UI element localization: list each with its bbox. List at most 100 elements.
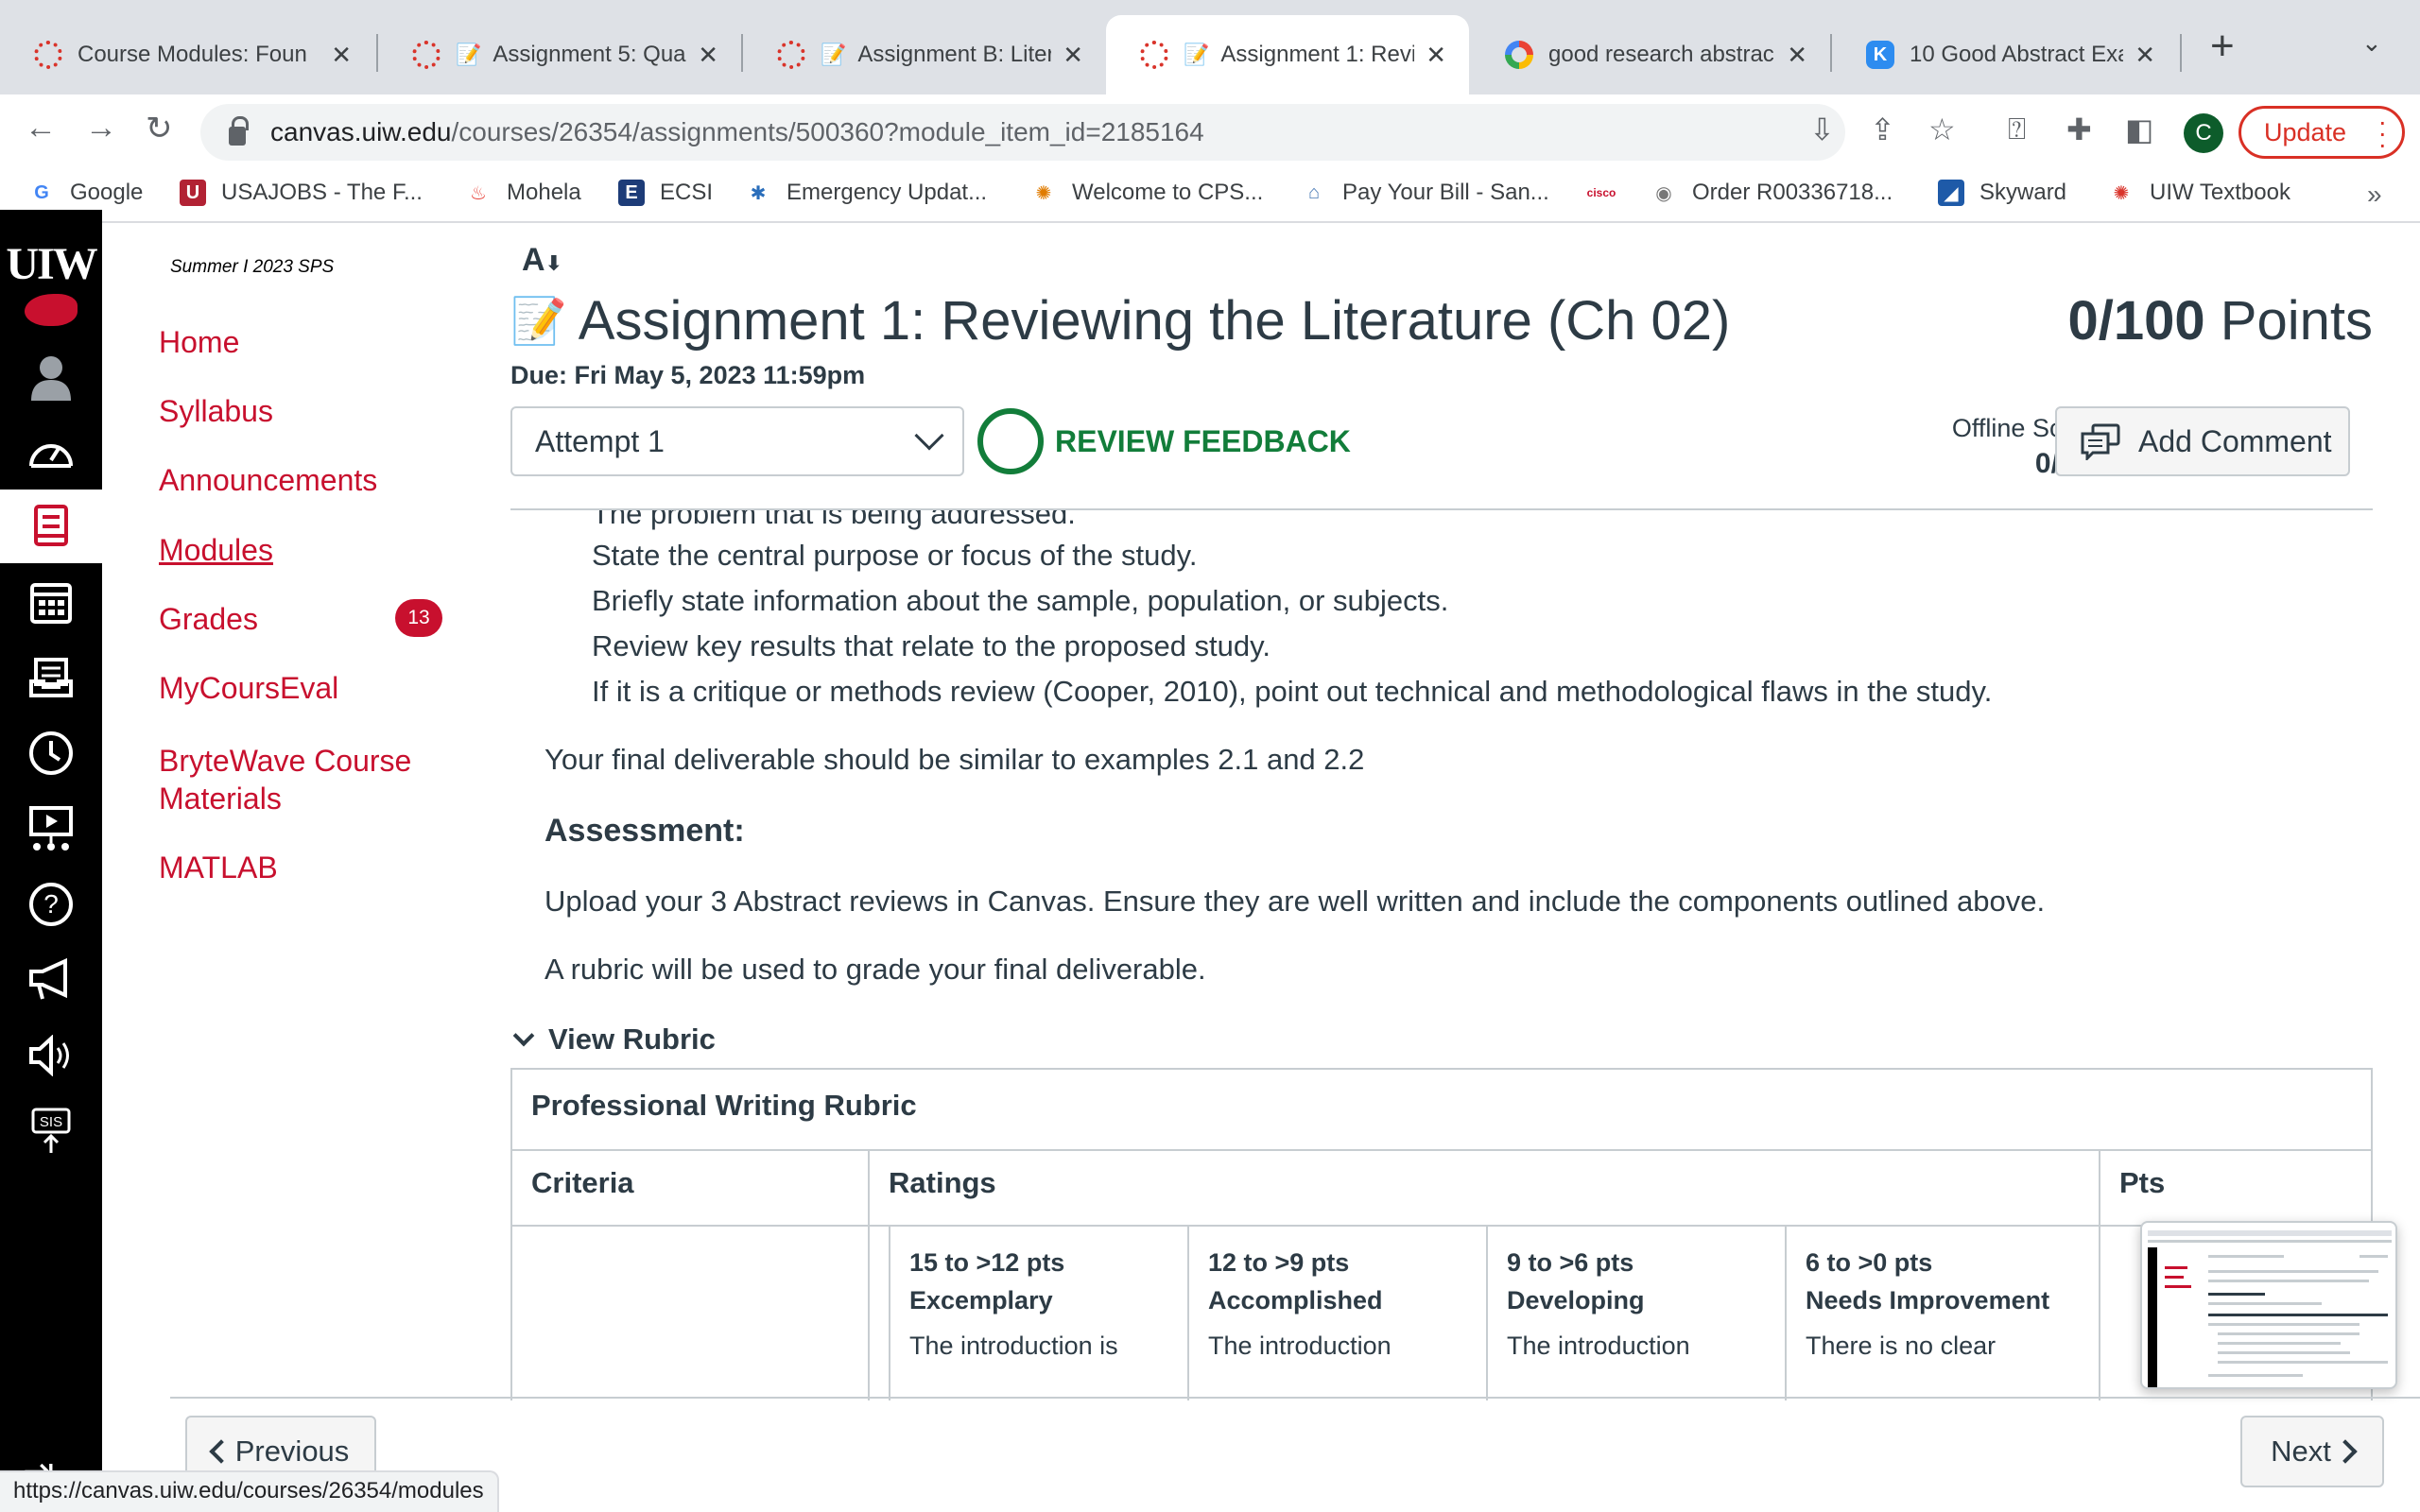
tab-search-icon[interactable]: ⌄	[2361, 28, 2382, 58]
url-host: canvas.uiw.edu	[270, 117, 452, 146]
bookmark-uiw-textbook[interactable]: ✺ UIW Textbook	[2108, 180, 2290, 206]
nav-courses[interactable]	[0, 490, 102, 563]
assignment-main: A⬇ 📝 Assignment 1: Reviewing the Literat…	[510, 223, 2382, 1512]
course-nav-home[interactable]: Home	[159, 325, 239, 360]
nav-dashboard[interactable]	[0, 414, 102, 488]
nav-help[interactable]: ?	[0, 868, 102, 941]
address-bar[interactable]: canvas.uiw.edu/courses/26354/assignments…	[200, 104, 1845, 161]
course-nav-syllabus[interactable]: Syllabus	[159, 394, 273, 429]
extension-r-icon[interactable]: ⍰	[2008, 112, 2026, 147]
pencil-icon: 📝	[821, 43, 847, 66]
extensions-puzzle-icon[interactable]: ✚	[2066, 112, 2092, 147]
nav-announcements[interactable]	[0, 943, 102, 1017]
nav-studio[interactable]	[0, 792, 102, 866]
sis-icon: SIS	[27, 1108, 75, 1155]
new-tab-icon[interactable]: +	[2210, 23, 2235, 70]
close-icon[interactable]: ✕	[698, 41, 718, 70]
attempt-value: Attempt 1	[535, 423, 665, 458]
bookmark-skyward[interactable]: ◢ Skyward	[1938, 180, 2066, 206]
browser-tab[interactable]: 📝 Assignment B: Liter ✕	[743, 15, 1106, 94]
course-term: Summer I 2023 SPS	[170, 257, 335, 277]
close-icon[interactable]: ✕	[1787, 41, 1807, 70]
close-icon[interactable]: ✕	[1063, 41, 1083, 70]
nav-history[interactable]	[0, 716, 102, 790]
back-icon[interactable]: ←	[25, 110, 57, 146]
thumbnail-line	[2148, 1247, 2157, 1387]
course-nav-modules[interactable]: Modules	[159, 533, 273, 568]
lock-icon[interactable]	[229, 116, 249, 146]
tab-title: good research abstrac	[1548, 42, 1774, 67]
rubric-col-pts: Pts	[2119, 1166, 2166, 1199]
attempt-select[interactable]: Attempt 1	[510, 406, 964, 476]
add-comment-button[interactable]: Add Comment	[2055, 406, 2350, 476]
tab-separator	[2180, 34, 2182, 72]
bookmark-label: Google	[70, 180, 144, 205]
browser-tab-active[interactable]: 📝 Assignment 1: Revi ✕	[1106, 15, 1469, 94]
pencil-icon: 📝	[510, 297, 567, 347]
review-feedback-button[interactable]: REVIEW FEEDBACK	[977, 408, 1351, 474]
next-button[interactable]: Next	[2240, 1416, 2384, 1487]
bookmark-label: USAJOBS - The F...	[221, 180, 423, 205]
view-rubric-toggle[interactable]: View Rubric	[510, 1022, 716, 1057]
thumbnail-line	[2208, 1374, 2303, 1377]
ecsi-icon: E	[618, 180, 645, 206]
bookmark-ecsi[interactable]: E ECSI	[618, 180, 713, 206]
thumbnail-line	[2208, 1314, 2388, 1316]
assignment-description: The problem that is being addressed. Sta…	[510, 510, 2373, 1400]
share-icon[interactable]: ⇪	[1870, 112, 1895, 147]
canvas-icon	[777, 41, 805, 69]
next-label: Next	[2271, 1435, 2331, 1468]
thumbnail-line	[2208, 1255, 2284, 1258]
screenshot-thumbnail[interactable]	[2140, 1221, 2397, 1389]
bookmark-usajobs[interactable]: U USAJOBS - The F...	[180, 180, 423, 206]
forward-icon[interactable]: →	[85, 110, 117, 146]
close-icon[interactable]: ✕	[331, 41, 352, 70]
browser-tab[interactable]: K 10 Good Abstract Exar ✕	[1832, 15, 2178, 94]
bookmarks-bar: G Google U USAJOBS - The F... ♨ Mohela E ECS…	[0, 170, 2420, 223]
nav-calendar[interactable]	[0, 565, 102, 639]
pencil-icon: 📝	[456, 43, 482, 66]
bookmark-mohela[interactable]: ♨ Mohela	[465, 180, 581, 206]
bookmark-google[interactable]: G Google	[28, 180, 143, 206]
course-nav-matlab[interactable]: MATLAB	[159, 850, 278, 885]
course-nav-announcements[interactable]: Announcements	[159, 463, 377, 498]
bookmark-pay-bill[interactable]: ⌂ Pay Your Bill - San...	[1301, 180, 1549, 206]
close-icon[interactable]: ✕	[1426, 41, 1446, 70]
nav-sis[interactable]: SIS	[0, 1094, 102, 1168]
profile-avatar[interactable]: C	[2184, 113, 2223, 153]
bookmark-order[interactable]: ◉ Order R00336718...	[1651, 180, 1893, 206]
course-nav-grades[interactable]: Grades	[159, 602, 258, 637]
install-icon[interactable]: ⇩	[1809, 112, 1835, 147]
calendar-icon	[27, 578, 75, 626]
account-icon	[27, 353, 75, 401]
chevron-down-icon	[512, 1024, 535, 1047]
canvas-icon	[1140, 41, 1168, 69]
menu-kebab-icon[interactable]: · · ·	[2378, 109, 2387, 158]
help-icon: ?	[27, 881, 75, 928]
rubric-rating: 9 to >6 pts Developing The introduction	[1486, 1225, 1785, 1400]
previous-label: Previous	[234, 1435, 350, 1468]
nav-inbox[interactable]	[0, 641, 102, 714]
browser-tab[interactable]: good research abstrac ✕	[1471, 15, 1830, 94]
side-panel-icon[interactable]: ◧	[2125, 112, 2153, 147]
close-icon[interactable]: ✕	[2135, 41, 2155, 70]
course-nav-brytewave[interactable]: BryteWave Course Materials	[159, 742, 411, 817]
more-bookmarks-icon[interactable]: »	[2367, 180, 2382, 210]
nav-account[interactable]	[0, 340, 102, 414]
browser-tab[interactable]: 📝 Assignment 5: Qua ✕	[378, 15, 741, 94]
update-button[interactable]: Update · · ·	[2238, 106, 2405, 159]
tab-title: 10 Good Abstract Exar	[1910, 42, 2124, 67]
bookmark-label: ECSI	[660, 180, 714, 205]
font-toggle-icon[interactable]: A⬇	[522, 242, 562, 279]
course-nav-mycourseval[interactable]: MyCoursEval	[159, 671, 338, 706]
nav-read-aloud[interactable]	[0, 1019, 102, 1092]
bookmark-cps[interactable]: ✺ Welcome to CPS...	[1030, 180, 1264, 206]
browser-tab[interactable]: Course Modules: Foun ✕	[0, 15, 374, 94]
bookmark-star-icon[interactable]: ☆	[1928, 112, 1956, 147]
uiw-logo[interactable]: UIW	[0, 238, 102, 342]
pencil-icon: 📝	[1184, 43, 1210, 66]
thumbnail-line	[2360, 1255, 2388, 1258]
reload-icon[interactable]: ↻	[146, 110, 173, 147]
bookmark-cisco[interactable]: cisco	[1587, 180, 1630, 206]
bookmark-emergency[interactable]: ✱ Emergency Updat...	[745, 180, 988, 206]
